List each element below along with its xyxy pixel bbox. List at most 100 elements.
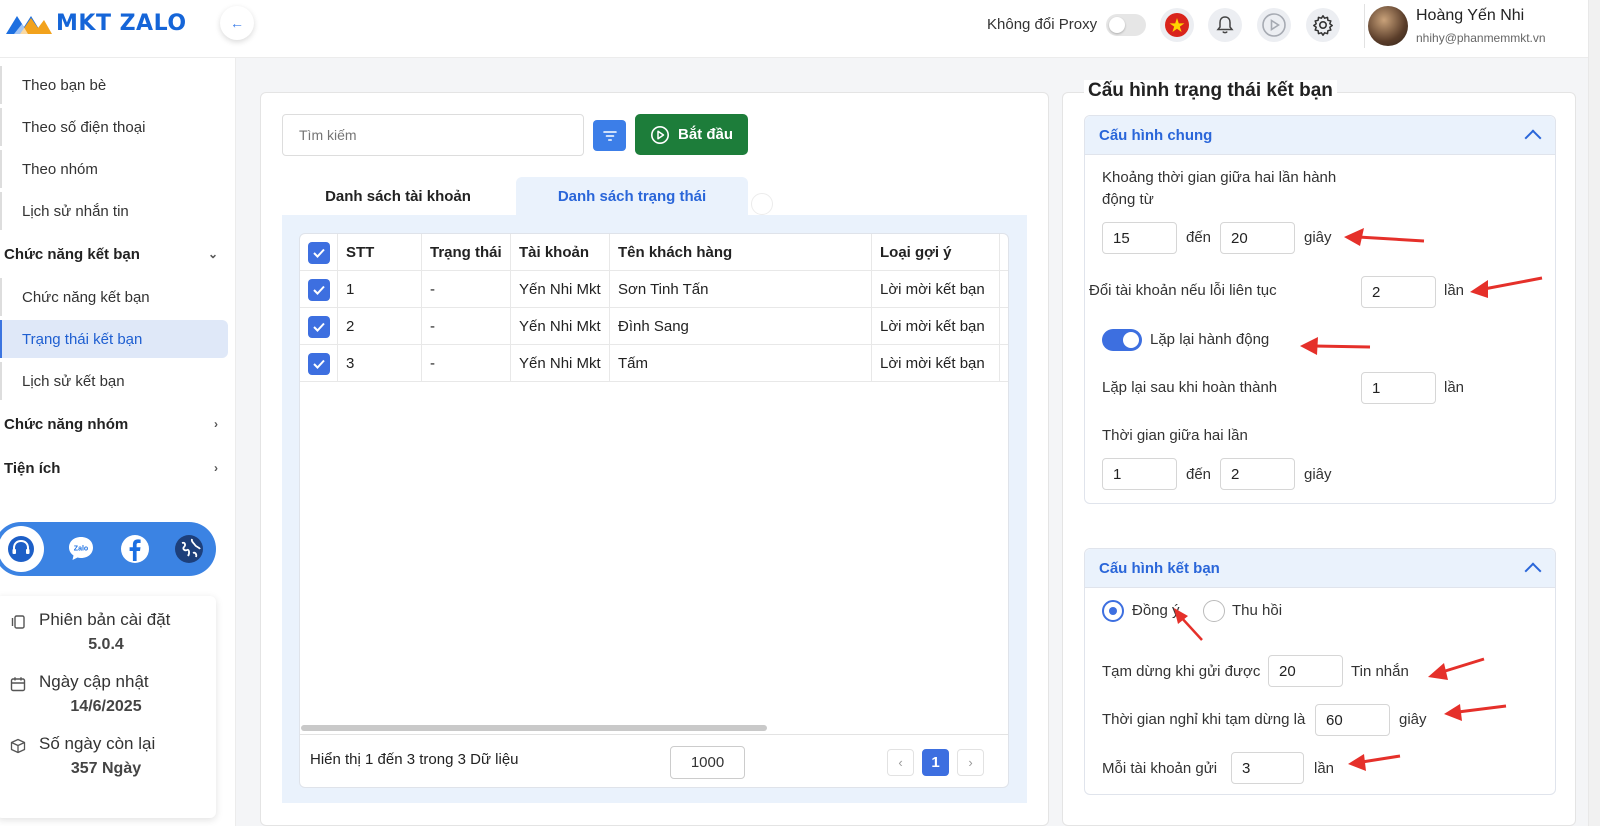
days-left-value: 357 Ngày — [70, 760, 142, 777]
app-logo[interactable]: MKT ZALO — [4, 8, 187, 38]
seconds-label: giây — [1304, 466, 1332, 483]
interval-label-line2: động từ — [1102, 191, 1154, 208]
radio-revoke-label: Thu hồi — [1232, 602, 1283, 619]
radio-accept-label: Đồng ý — [1132, 602, 1180, 619]
language-button[interactable] — [1160, 8, 1194, 42]
column-header-account[interactable]: Tài khoản — [511, 234, 610, 271]
switch-account-label: Đổi tài khoản nếu lỗi liên tục — [1089, 282, 1277, 299]
radio-accept[interactable] — [1102, 600, 1124, 622]
cell-type: Lời mời kết bạn — [872, 308, 1000, 345]
sidebar-group-ket-ban[interactable]: Chức năng kết bạn ⌄ — [4, 236, 218, 272]
select-all-cell — [300, 234, 338, 271]
sidebar-item-chuc-nang-ket-ban[interactable]: Chức năng kết bạn — [0, 278, 228, 316]
per-account-label: Mỗi tài khoản gửi — [1102, 760, 1218, 777]
page-scrollbar[interactable] — [1588, 0, 1600, 826]
page-size-input[interactable] — [670, 746, 745, 779]
website-link[interactable] — [172, 532, 206, 566]
cell-stt: 2 — [338, 308, 422, 345]
sidebar-group-label: Tiện ích — [4, 459, 61, 477]
row-checkbox[interactable] — [308, 278, 330, 301]
avatar[interactable] — [1368, 6, 1408, 46]
table-row[interactable]: 3 - Yến Nhi Mkt Tấm Lời mời kết bạn — [300, 345, 1008, 382]
tab-account-list[interactable]: Danh sách tài khoản — [282, 177, 514, 215]
chevron-right-icon: › — [968, 755, 973, 770]
start-button[interactable]: Bắt đầu — [635, 114, 748, 155]
times-label: lần — [1444, 282, 1465, 299]
row-checkbox[interactable] — [308, 315, 330, 338]
radio-revoke[interactable] — [1203, 600, 1225, 622]
facebook-link[interactable] — [118, 532, 152, 566]
bell-icon — [1216, 16, 1234, 34]
sidebar-item-lich-su-nhan-tin[interactable]: Lịch sử nhắn tin — [0, 192, 228, 230]
section-title: Cấu hình chung — [1099, 126, 1213, 144]
sidebar-item-theo-nhom[interactable]: Theo nhóm — [0, 150, 228, 188]
pause-input[interactable] — [1268, 655, 1343, 687]
interval-from-input[interactable] — [1102, 222, 1177, 254]
column-header-customer[interactable]: Tên khách hàng — [610, 234, 872, 271]
sidebar-item-label: Lịch sử kết bạn — [22, 372, 125, 390]
cell-customer: Sơn Tinh Tấn — [610, 271, 872, 308]
arrow-left-icon: ← — [230, 15, 244, 31]
prev-page-button[interactable]: ‹ — [887, 749, 914, 776]
version-icon — [11, 615, 25, 629]
friend-config-header[interactable]: Cấu hình kết bạn — [1085, 549, 1555, 588]
pagination-summary: Hiển thị 1 đến 3 trong 3 Dữ liệu — [310, 751, 519, 768]
rest-label: Thời gian nghỉ khi tạm dừng là — [1102, 711, 1306, 728]
page-button-current[interactable]: 1 — [922, 749, 949, 776]
repeat-after-input[interactable] — [1361, 372, 1436, 404]
notification-button[interactable] — [1208, 8, 1242, 42]
next-page-button[interactable]: › — [957, 749, 984, 776]
sidebar-item-trang-thai-ket-ban[interactable]: Trạng thái kết bạn — [0, 320, 228, 358]
table-row[interactable]: 1 - Yến Nhi Mkt Sơn Tinh Tấn Lời mời kết… — [300, 271, 1008, 308]
play-icon — [1262, 13, 1286, 37]
sidebar-item-label: Chức năng kết bạn — [22, 288, 150, 306]
general-config-header[interactable]: Cấu hình chung — [1085, 116, 1555, 155]
between-label: Thời gian giữa hai lần — [1102, 427, 1248, 444]
filter-button[interactable] — [593, 120, 626, 151]
tutorial-play-button[interactable] — [1257, 8, 1291, 42]
box-icon — [10, 738, 26, 754]
header-divider — [1364, 4, 1365, 48]
times-label: lần — [1444, 379, 1465, 396]
per-account-input[interactable] — [1231, 752, 1304, 784]
zalo-link[interactable]: Zalo — [64, 532, 98, 566]
search-input[interactable] — [282, 114, 584, 156]
rest-input[interactable] — [1315, 704, 1390, 736]
app-info-card: Phiên bản cài đặt 5.0.4 Ngày cập nhật 14… — [0, 596, 216, 818]
tab-label: Danh sách tài khoản — [325, 187, 471, 205]
logo-text: MKT ZALO — [56, 10, 187, 36]
support-button[interactable] — [0, 526, 44, 572]
column-header-status[interactable]: Trạng thái — [422, 234, 511, 271]
sidebar-item-theo-so-dien-thoai[interactable]: Theo số điện thoại — [0, 108, 228, 146]
repeat-toggle[interactable] — [1102, 329, 1142, 351]
horizontal-scrollbar[interactable] — [301, 725, 767, 731]
row-checkbox[interactable] — [308, 352, 330, 375]
between-to-input[interactable] — [1220, 458, 1295, 490]
globe-icon — [175, 535, 203, 563]
cell-account: Yến Nhi Mkt — [511, 308, 610, 345]
tab-status-list[interactable]: Danh sách trạng thái — [516, 177, 748, 215]
collapse-sidebar-button[interactable]: ← — [220, 6, 254, 40]
row-checkbox-cell — [300, 271, 338, 308]
chevron-down-icon: ⌄ — [207, 247, 218, 261]
calendar-icon — [10, 677, 26, 692]
select-all-checkbox[interactable] — [308, 241, 330, 264]
cell-type: Lời mời kết bạn — [872, 271, 1000, 308]
table-row[interactable]: 2 - Yến Nhi Mkt Đình Sang Lời mời kết bạ… — [300, 308, 1008, 345]
settings-button[interactable] — [1306, 8, 1340, 42]
sidebar-item-theo-ban-be[interactable]: Theo bạn bè — [0, 66, 228, 104]
column-header-type[interactable]: Loại gợi ý — [872, 234, 1000, 271]
sidebar-group-nhom[interactable]: Chức năng nhóm › — [4, 406, 218, 442]
interval-to-input[interactable] — [1220, 222, 1295, 254]
days-left-label: Số ngày còn lại — [39, 734, 156, 753]
table-header-row: STT Trạng thái Tài khoản Tên khách hàng … — [300, 234, 1008, 271]
switch-account-input[interactable] — [1361, 276, 1436, 308]
sidebar-item-lich-su-ket-ban[interactable]: Lịch sử kết bạn — [0, 362, 228, 400]
sidebar-item-label: Trạng thái kết bạn — [22, 330, 143, 348]
vietnam-flag-icon — [1165, 13, 1189, 37]
column-header-stt[interactable]: STT — [338, 234, 422, 271]
proxy-toggle[interactable] — [1106, 14, 1146, 36]
sidebar-group-tien-ich[interactable]: Tiện ích › — [4, 450, 218, 486]
between-from-input[interactable] — [1102, 458, 1177, 490]
rest-unit: giây — [1399, 711, 1427, 728]
